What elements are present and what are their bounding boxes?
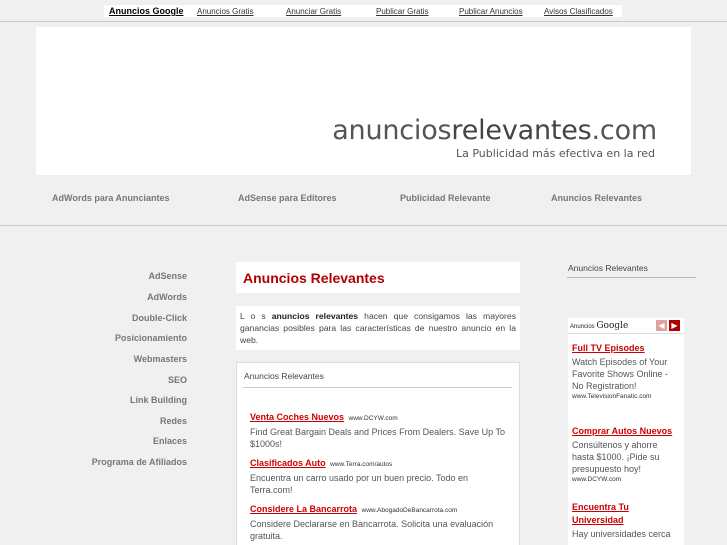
ad-description: Encuentra un carro usado por un buen pre… bbox=[250, 473, 468, 495]
nav-publicidad-relevante[interactable]: Publicidad Relevante bbox=[400, 193, 491, 203]
right-column-divider bbox=[567, 277, 696, 278]
ad-url[interactable]: www.AbogadoDeBancarrota.com bbox=[362, 507, 458, 514]
left-nav-programa-afiliados[interactable]: Programa de Afiliados bbox=[92, 457, 187, 467]
top-link-avisos-clasificados[interactable]: Avisos Clasificados bbox=[544, 7, 613, 16]
top-link-publicar-gratis[interactable]: Publicar Gratis bbox=[376, 7, 428, 16]
ad-title-link[interactable]: Venta Coches Nuevos bbox=[250, 412, 344, 422]
logo-part-com: .com bbox=[591, 115, 658, 146]
google-ads-label-small: Anuncios bbox=[570, 324, 595, 330]
sidebar-ad-item: Full TV Episodes Watch Episodes of Your … bbox=[572, 342, 682, 401]
intro-prefix: L o s bbox=[240, 311, 272, 321]
intro-paragraph: L o s anuncios relevantes hacen que cons… bbox=[236, 306, 520, 350]
top-link-anuncios-gratis[interactable]: Anuncios Gratis bbox=[197, 7, 253, 16]
left-nav-link-building[interactable]: Link Building bbox=[130, 395, 187, 405]
sidebar-ad-item: Comprar Autos Nuevos Consúltenos y ahorr… bbox=[572, 425, 682, 484]
intro-bold: anuncios relevantes bbox=[271, 311, 359, 321]
nav-divider bbox=[0, 225, 727, 226]
sidebar-ad-url[interactable]: www.DCYW.com bbox=[572, 475, 682, 484]
sidebar-ad-url[interactable]: www.TelevisionFanatic.com bbox=[572, 392, 682, 401]
sidebar-ad-description: Watch Episodes of Your Favorite Shows On… bbox=[572, 357, 669, 391]
page-title-box: Anuncios Relevantes bbox=[236, 262, 520, 293]
top-link-anunciar-gratis[interactable]: Anunciar Gratis bbox=[286, 7, 341, 16]
left-nav-enlaces[interactable]: Enlaces bbox=[153, 436, 187, 446]
chevron-right-icon[interactable]: ▶ bbox=[669, 320, 680, 331]
logo-part-anuncios: anuncios bbox=[332, 115, 452, 146]
top-divider bbox=[0, 21, 727, 22]
ad-url[interactable]: www.Terra.com/autos bbox=[330, 461, 392, 468]
ad-item: Venta Coches Nuevos www.DCYW.com Find Gr… bbox=[250, 407, 512, 450]
top-link-publicar-anuncios[interactable]: Publicar Anuncios bbox=[459, 7, 523, 16]
ads-box-divider bbox=[243, 387, 512, 388]
chevron-left-icon[interactable]: ◀ bbox=[656, 320, 667, 331]
page-title: Anuncios Relevantes bbox=[243, 270, 385, 286]
ads-box-header: Anuncios Relevantes bbox=[244, 371, 324, 381]
sidebar-ad-title-link[interactable]: Encuentra Tu Universidad bbox=[572, 501, 682, 527]
google-ads-widget: Anuncios Google ◀ ▶ Full TV Episodes Wat… bbox=[568, 318, 684, 545]
site-logo[interactable]: anunciosrelevantes.com bbox=[332, 115, 657, 146]
google-logo: Google bbox=[596, 321, 629, 331]
ad-title-link[interactable]: Clasificados Auto bbox=[250, 458, 326, 468]
left-nav-double-click[interactable]: Double-Click bbox=[132, 313, 187, 323]
top-link-bar: Anuncios Google Anuncios Gratis Anunciar… bbox=[104, 5, 622, 17]
sidebar-ad-title-link[interactable]: Comprar Autos Nuevos bbox=[572, 425, 682, 438]
nav-adsense-editores[interactable]: AdSense para Editores bbox=[238, 193, 337, 203]
left-nav-posicionamiento[interactable]: Posicionamiento bbox=[115, 333, 187, 343]
sidebar-ad-item: Encuentra Tu Universidad Hay universidad… bbox=[572, 501, 682, 540]
ad-url[interactable]: www.DCYW.com bbox=[349, 415, 398, 422]
nav-anuncios-relevantes[interactable]: Anuncios Relevantes bbox=[551, 193, 642, 203]
left-nav-webmasters[interactable]: Webmasters bbox=[134, 354, 187, 364]
ad-title-link[interactable]: Considere La Bancarrota bbox=[250, 504, 357, 514]
ad-item: Considere La Bancarrota www.AbogadoDeBan… bbox=[250, 499, 512, 542]
left-nav-adsense[interactable]: AdSense bbox=[148, 271, 187, 281]
left-nav-seo[interactable]: SEO bbox=[168, 375, 187, 385]
site-tagline: La Publicidad más efectiva en la red bbox=[456, 147, 655, 160]
sidebar-ad-description: Hay universidades cerca bbox=[572, 529, 671, 539]
ad-description: Considere Declararse en Bancarrota. Soli… bbox=[250, 519, 494, 541]
google-ads-bar: Anuncios Google ◀ ▶ bbox=[568, 318, 684, 334]
left-nav-redes[interactable]: Redes bbox=[160, 416, 187, 426]
nav-adwords-anunciantes[interactable]: AdWords para Anunciantes bbox=[52, 193, 170, 203]
top-link-anuncios-google[interactable]: Anuncios Google bbox=[109, 6, 184, 16]
ad-item: Clasificados Auto www.Terra.com/autos En… bbox=[250, 453, 512, 496]
sidebar-ad-description: Consúltenos y ahorre hasta $1000. ¡Pide … bbox=[572, 440, 660, 474]
google-ads-label[interactable]: Anuncios Google bbox=[570, 321, 628, 331]
sidebar-ad-title-link[interactable]: Full TV Episodes bbox=[572, 342, 682, 355]
left-nav-adwords[interactable]: AdWords bbox=[147, 292, 187, 302]
logo-part-relevantes: relevantes bbox=[451, 115, 592, 146]
header-banner: anunciosrelevantes.com La Publicidad más… bbox=[36, 27, 691, 175]
right-column-title: Anuncios Relevantes bbox=[568, 263, 648, 273]
ads-box: Anuncios Relevantes Venta Coches Nuevos … bbox=[236, 362, 520, 545]
ad-description: Find Great Bargain Deals and Prices From… bbox=[250, 427, 505, 449]
